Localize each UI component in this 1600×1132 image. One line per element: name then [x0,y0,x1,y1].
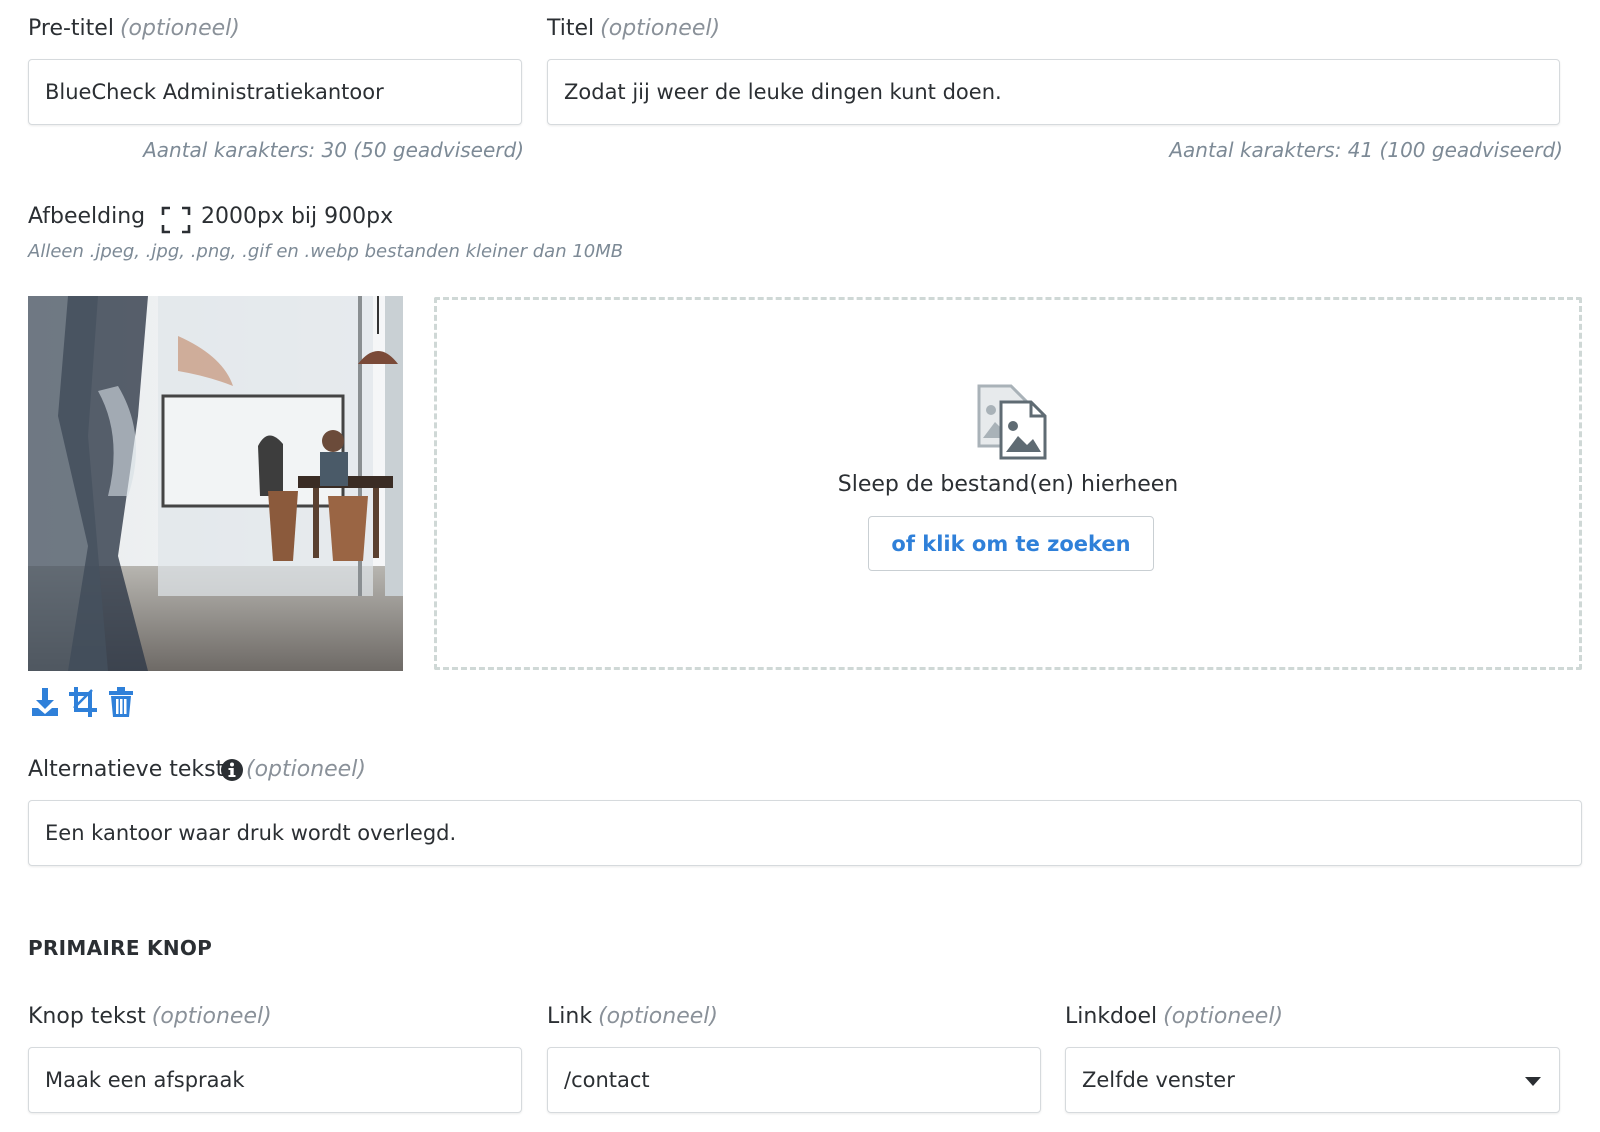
button-text-label-text: Knop tekst [28,1004,146,1029]
alt-text-input[interactable] [28,800,1582,866]
button-text-label: Knop tekst (optioneel) [28,1004,272,1029]
pretitle-char-counter: Aantal karakters: 30 (50 geadviseerd) [143,138,524,162]
file-images-icon [975,382,1049,460]
chevron-down-icon [1525,1077,1541,1086]
expand-icon [160,205,192,235]
link-target-selected-value: Zelfde venster [1082,1068,1235,1092]
link-target-label-text: Linkdoel [1065,1004,1158,1029]
image-file-hint: Alleen .jpeg, .jpg, .png, .gif en .webp … [28,241,624,262]
pretitle-input[interactable] [28,59,522,125]
alt-text-label: Alternatieve tekst [28,757,224,782]
title-label: Titel (optioneel) [547,16,720,41]
info-icon[interactable] [220,758,244,782]
download-icon[interactable] [30,686,60,718]
button-text-optional-text: (optioneel) [151,1004,272,1029]
image-dimensions: 2000px bij 900px [201,204,394,229]
crop-icon[interactable] [68,686,98,718]
primary-button-section-title: PRIMAIRE KNOP [28,936,213,960]
alt-text-optional: (optioneel) [246,757,366,782]
pretitle-label-text: Pre-titel [28,16,114,41]
title-label-text: Titel [547,16,595,41]
dropzone-text: Sleep de bestand(en) hierheen [837,472,1179,497]
link-target-optional-text: (optioneel) [1163,1004,1284,1029]
link-label-text: Link [547,1004,593,1029]
alt-text-label-text: Alternatieve tekst [28,757,225,782]
title-optional-text: (optioneel) [600,16,721,41]
title-input[interactable] [547,59,1560,125]
link-label: Link (optioneel) [547,1004,718,1029]
link-input[interactable] [547,1047,1041,1113]
title-char-counter: Aantal karakters: 41 (100 geadviseerd) [1169,138,1563,162]
pretitle-label: Pre-titel (optioneel) [28,16,240,41]
trash-icon[interactable] [106,686,136,718]
browse-button[interactable]: of klik om te zoeken [868,516,1154,571]
button-text-input[interactable] [28,1047,522,1113]
link-target-label: Linkdoel (optioneel) [1065,1004,1283,1029]
link-target-select[interactable]: Zelfde venster [1065,1047,1560,1113]
alt-text-optional-text: (optioneel) [246,757,366,782]
image-thumbnail[interactable] [28,296,403,671]
pretitle-optional-text: (optioneel) [119,16,240,41]
link-optional-text: (optioneel) [598,1004,718,1029]
file-dropzone[interactable]: Sleep de bestand(en) hierheen of klik om… [434,297,1582,670]
image-label: Afbeelding [28,204,146,229]
